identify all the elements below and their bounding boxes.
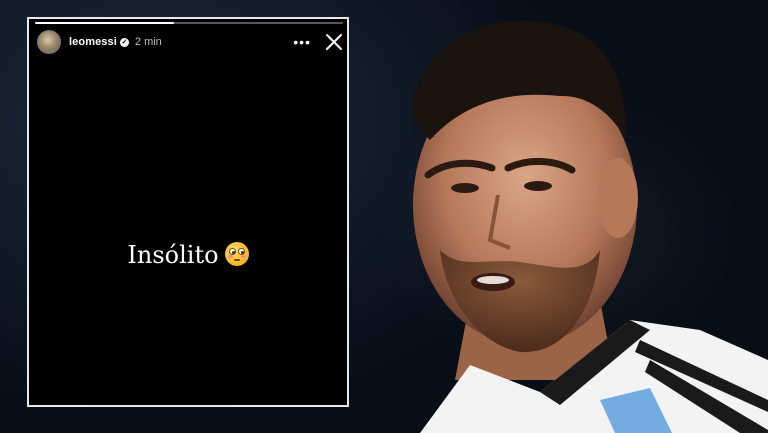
flushed-face-emoji — [224, 242, 249, 266]
close-icon[interactable] — [325, 33, 343, 51]
verified-badge-icon: ✓ — [119, 37, 129, 47]
story-caption-text: Insólito — [127, 241, 219, 269]
avatar[interactable] — [37, 30, 61, 54]
username[interactable]: leomessi — [69, 36, 117, 48]
instagram-story-card: leomessi ✓ 2 min ••• Insólito — [27, 17, 349, 407]
story-progress-bar — [35, 22, 343, 24]
story-header: leomessi ✓ 2 min ••• — [37, 29, 343, 55]
story-caption: Insólito — [29, 241, 347, 269]
more-horizontal-icon[interactable]: ••• — [293, 35, 311, 49]
story-progress-fill — [35, 22, 174, 24]
story-timestamp: 2 min — [134, 36, 162, 48]
